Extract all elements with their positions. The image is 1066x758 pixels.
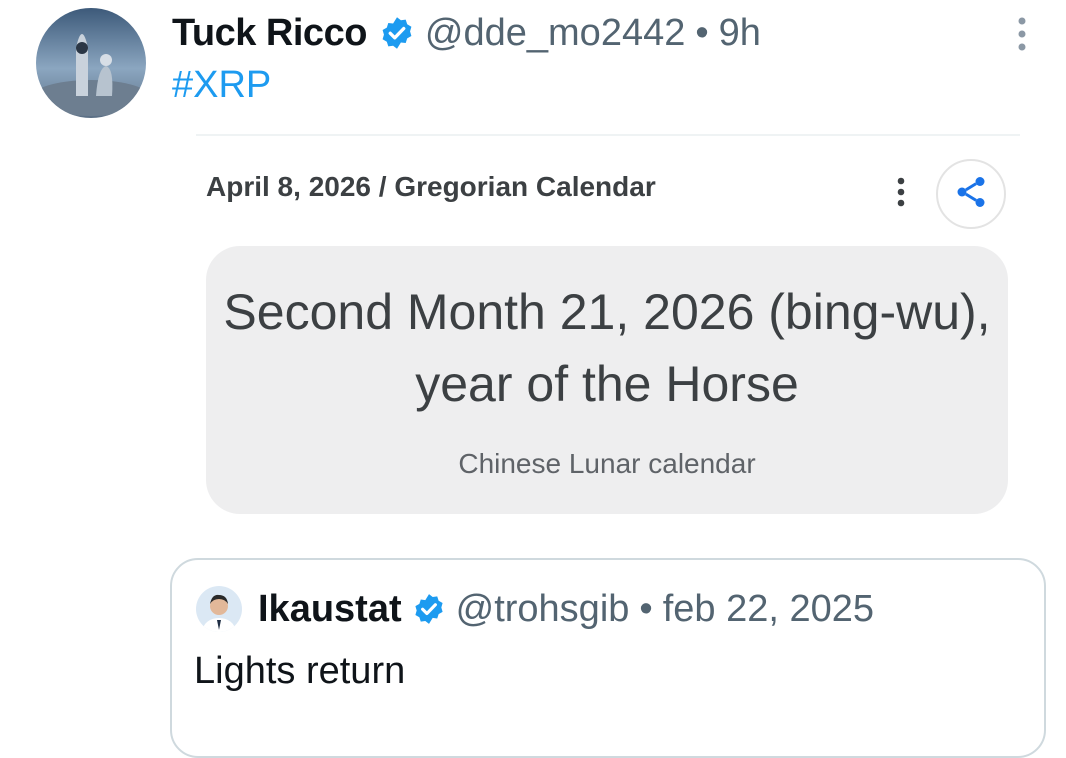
- share-button[interactable]: [936, 159, 1006, 229]
- more-vertical-icon[interactable]: [890, 172, 912, 212]
- share-icon: [953, 174, 989, 215]
- verified-badge-icon: [412, 592, 446, 626]
- verified-badge-icon: [379, 15, 415, 51]
- post-time[interactable]: 9h: [719, 12, 761, 55]
- quoted-post-text: Lights return: [194, 650, 406, 692]
- quoted-author-name[interactable]: Ikaustat: [258, 588, 402, 631]
- lunar-date: Second Month 21, 2026 (bing-wu), year of…: [223, 284, 991, 412]
- divider: [196, 134, 1020, 136]
- separator-dot: •: [639, 587, 653, 630]
- gregorian-date: April 8, 2026 / Gregorian Calendar: [206, 171, 656, 202]
- quoted-author-avatar[interactable]: [196, 586, 242, 632]
- quoted-post-date[interactable]: feb 22, 2025: [663, 588, 874, 631]
- quoted-author-handle[interactable]: @trohsgib: [456, 588, 630, 631]
- post-header: Tuck Ricco @dde_mo2442 • 9h: [172, 8, 761, 58]
- more-vertical-icon[interactable]: [1010, 14, 1034, 54]
- author-handle[interactable]: @dde_mo2442: [425, 12, 685, 55]
- hashtag-link[interactable]: #XRP: [172, 64, 271, 107]
- lunar-calendar-label: Chinese Lunar calendar: [458, 448, 756, 479]
- author-name[interactable]: Tuck Ricco: [172, 12, 367, 55]
- author-avatar[interactable]: [36, 8, 146, 118]
- separator-dot: •: [695, 11, 709, 54]
- quoted-post-header: Ikaustat @trohsgib • feb 22, 2025: [258, 584, 874, 634]
